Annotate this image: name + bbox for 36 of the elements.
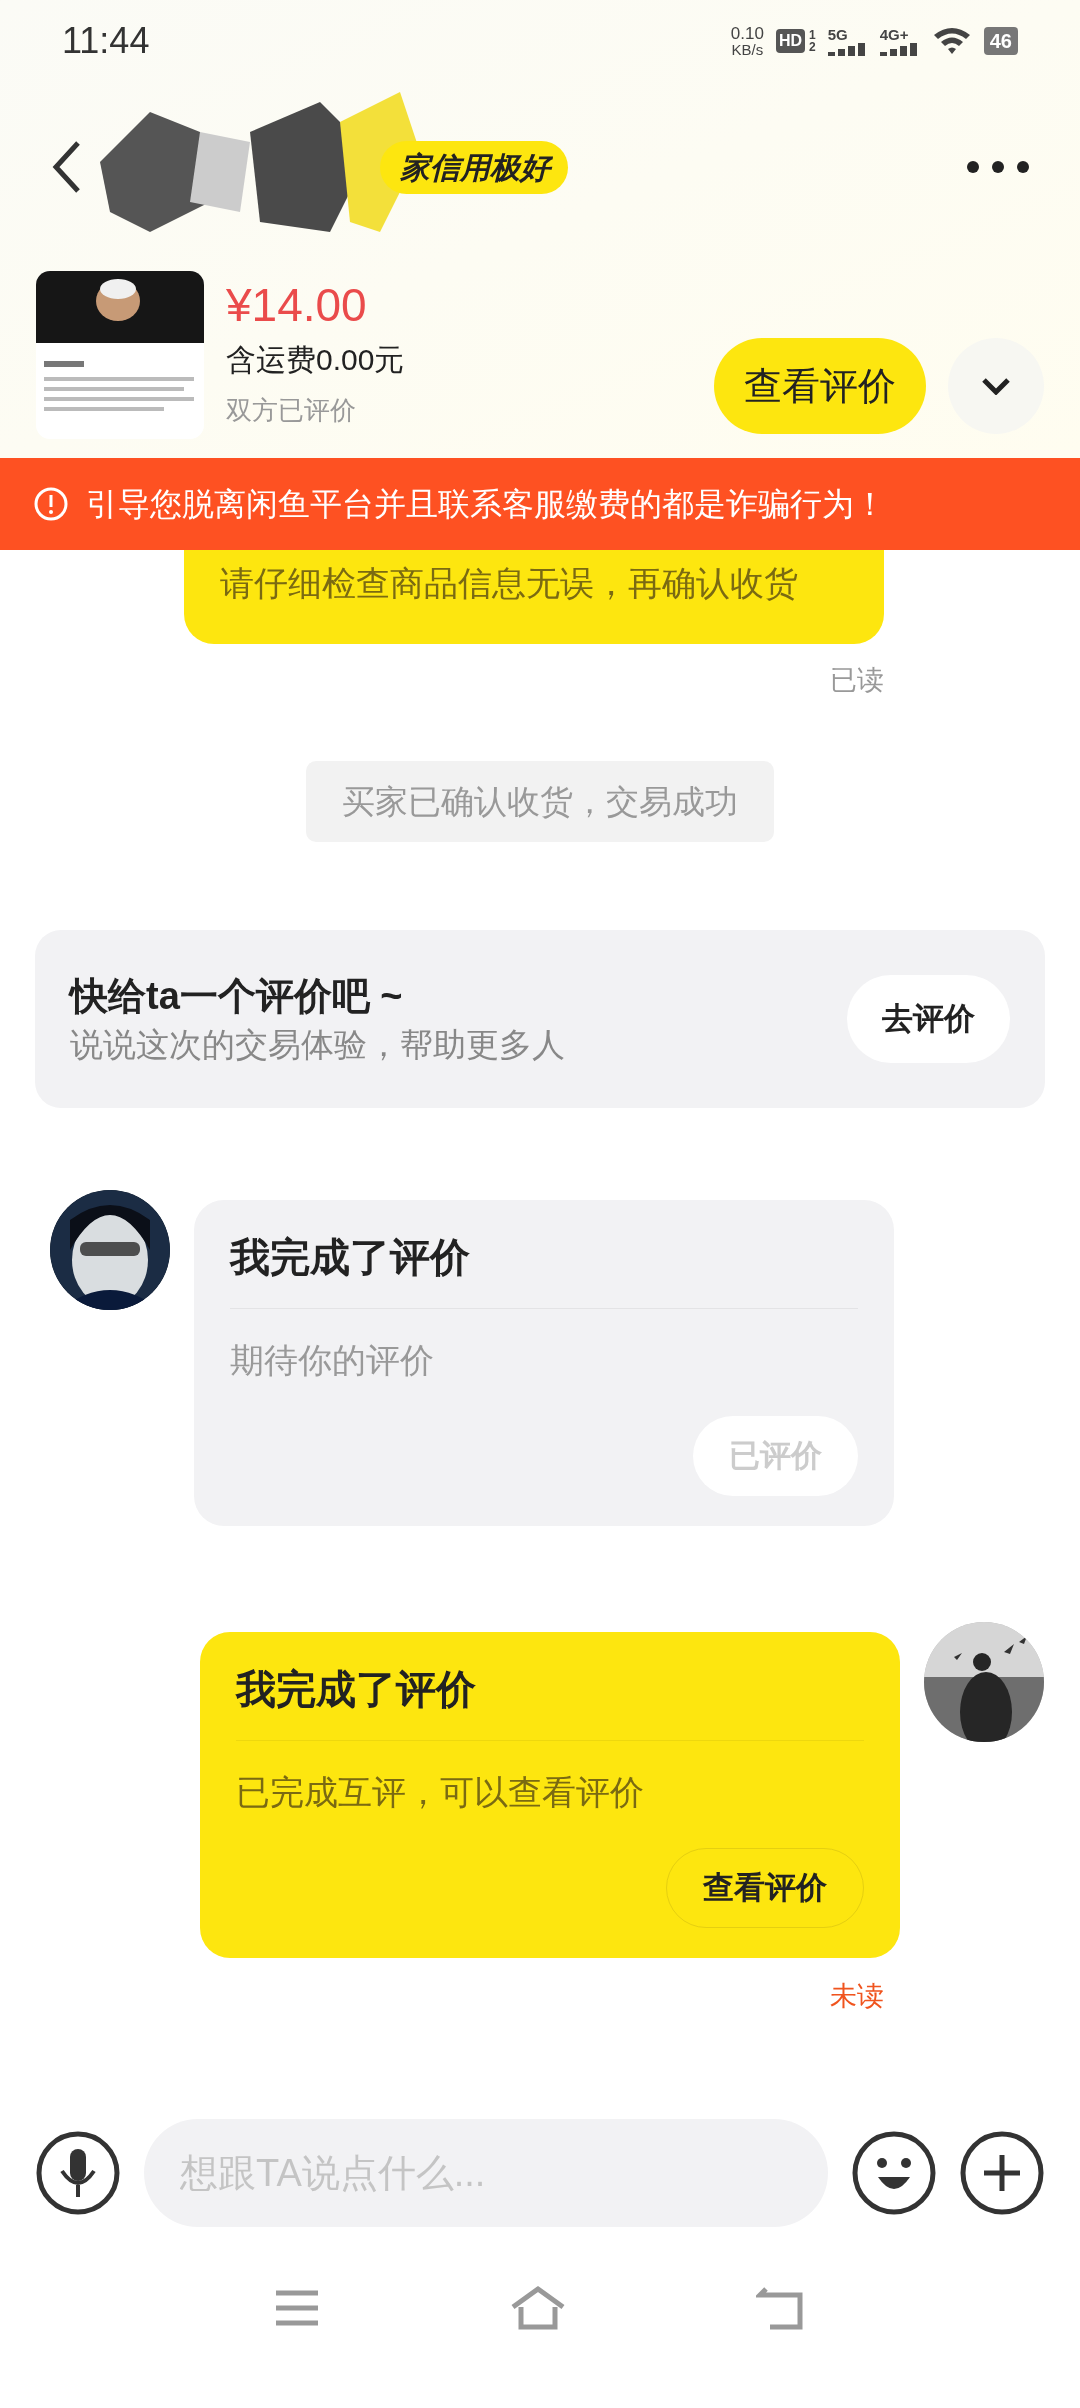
seller-badge: 家信用极好 <box>380 140 568 194</box>
go-review-button[interactable]: 去评价 <box>847 975 1010 1063</box>
sim-number: 1 <box>809 29 816 41</box>
menu-icon[interactable] <box>274 2288 321 2328</box>
more-icon[interactable] <box>966 160 1030 174</box>
network-type: 5G <box>827 26 848 42</box>
shipping-fee: 含运费0.00元 <box>226 342 406 378</box>
system-message: 买家已确认收货，交易成功 <box>306 760 774 842</box>
hd-badge: HD <box>775 29 806 53</box>
review-status: 双方已评价 <box>226 394 357 427</box>
warning-text: 引导您脱离闲鱼平台并且联系客服缴费的都是诈骗行为！ <box>86 485 886 524</box>
card-body: 已完成互评，可以查看评价 <box>236 1772 645 1813</box>
read-receipt: 未读 <box>830 1980 884 2013</box>
product-price: ¥14.00 <box>226 278 368 333</box>
sim-number: 2 <box>809 41 816 53</box>
warning-icon <box>34 487 68 521</box>
network-speed: 0.10 <box>730 25 764 42</box>
battery-indicator: 46 <box>983 27 1018 55</box>
card-title: 我完成了评价 <box>230 1228 858 1309</box>
card-title: 我完成了评价 <box>236 1660 864 1741</box>
plus-icon[interactable] <box>960 2131 1044 2215</box>
prompt-title: 快给ta一个评价吧 ~ <box>70 974 404 1019</box>
signal-icon <box>827 41 868 56</box>
network-unit: KB/s <box>731 42 764 57</box>
prompt-subtitle: 说说这次的交易体验，帮助更多人 <box>70 1025 565 1065</box>
home-icon[interactable] <box>509 2285 567 2331</box>
status-time: 11:44 <box>62 19 150 63</box>
network-type: 4G+ <box>879 26 909 42</box>
read-receipt: 已读 <box>830 664 884 697</box>
chevron-down-icon <box>981 377 1011 395</box>
emoji-icon[interactable] <box>852 2131 936 2215</box>
message-bubble: 请仔细检查商品信息无误，再确认收货 <box>184 550 884 644</box>
signal-icon <box>879 41 920 56</box>
microphone-icon[interactable] <box>36 2131 120 2215</box>
card-body: 期待你的评价 <box>230 1340 435 1381</box>
view-reviews-button[interactable]: 查看评价 <box>714 338 926 434</box>
